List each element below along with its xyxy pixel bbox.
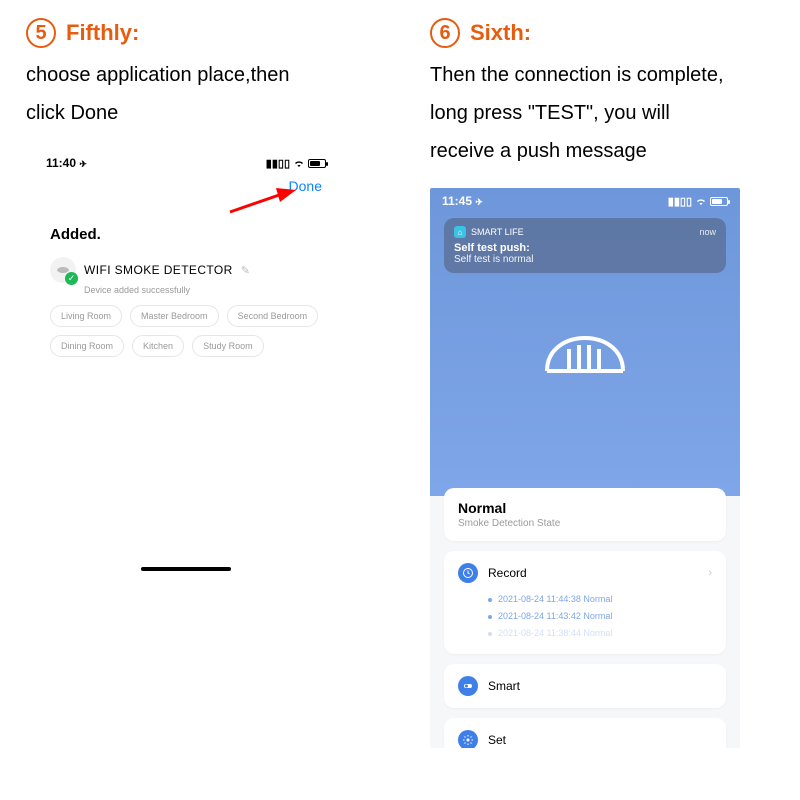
- notif-app-icon: ⌂: [454, 226, 466, 238]
- clock-icon: [458, 563, 478, 583]
- step-5-badge: 5: [26, 18, 56, 48]
- room-living[interactable]: Living Room: [50, 305, 122, 327]
- step-6-badge: 6: [430, 18, 460, 48]
- gear-icon: [458, 730, 478, 748]
- status-time: 11:45 ✈︎: [442, 194, 483, 208]
- chevron-right-icon: ›: [708, 567, 712, 579]
- phone-screen-step6: 11:45 ✈︎ ▮▮▯▯ ⌂ SMART LIFE now Self test…: [430, 188, 740, 748]
- status-icons: ▮▮▯▯: [266, 157, 326, 170]
- phone-screen-step5: 11:40 ✈︎ ▮▮▯▯ Done Added. ✓ WIFI SMOKE D…: [36, 152, 336, 571]
- room-kitchen[interactable]: Kitchen: [132, 335, 184, 357]
- home-indicator: [141, 567, 231, 571]
- record-label: Record: [488, 566, 527, 580]
- step-6-instruction-line-3: receive a push message: [430, 132, 770, 170]
- device-arch-icon: [430, 299, 740, 379]
- notif-app-name: SMART LIFE: [471, 227, 524, 237]
- room-dining[interactable]: Dining Room: [50, 335, 124, 357]
- record-item: 2021-08-24 11:44:38 Normal: [488, 591, 712, 608]
- record-item: 2021-08-24 11:43:42 Normal: [488, 608, 712, 625]
- arrow-pointer-icon: [226, 186, 296, 216]
- record-item: 2021-08-24 11:38:44 Normal: [488, 625, 712, 642]
- state-title: Normal: [458, 500, 712, 516]
- step-5-label: Fifthly:: [66, 20, 139, 46]
- status-bar: 11:40 ✈︎ ▮▮▯▯: [36, 152, 336, 170]
- device-row[interactable]: ✓ WIFI SMOKE DETECTOR ✎: [36, 257, 336, 283]
- notif-time: now: [699, 227, 716, 237]
- status-bar: 11:45 ✈︎ ▮▮▯▯: [430, 188, 740, 208]
- signal-icon: ▮▮▯▯: [266, 157, 290, 170]
- smart-label: Smart: [488, 679, 520, 693]
- push-notification[interactable]: ⌂ SMART LIFE now Self test push: Self te…: [444, 218, 726, 273]
- toggle-icon: [458, 676, 478, 696]
- device-subtext: Device added successfully: [36, 285, 336, 295]
- signal-icon: ▮▮▯▯: [668, 195, 692, 208]
- wifi-icon: [293, 158, 305, 168]
- step-6-instruction-line-1: Then the connection is complete,: [430, 56, 770, 94]
- set-label: Set: [488, 733, 506, 747]
- record-list: 2021-08-24 11:44:38 Normal 2021-08-24 11…: [458, 591, 712, 642]
- status-icons: ▮▮▯▯: [668, 195, 728, 208]
- set-row[interactable]: Set: [444, 718, 726, 748]
- wifi-icon: [695, 196, 707, 206]
- device-name: WIFI SMOKE DETECTOR: [84, 263, 233, 277]
- room-list: Living Room Master Bedroom Second Bedroo…: [36, 295, 336, 357]
- room-second-bedroom[interactable]: Second Bedroom: [227, 305, 319, 327]
- edit-icon[interactable]: ✎: [241, 264, 250, 277]
- room-study[interactable]: Study Room: [192, 335, 264, 357]
- step-5-instruction-line-2: click Done: [26, 94, 386, 132]
- notif-title: Self test push:: [454, 242, 716, 254]
- step-6-label: Sixth:: [470, 20, 531, 46]
- room-master-bedroom[interactable]: Master Bedroom: [130, 305, 219, 327]
- state-card: Normal Smoke Detection State: [444, 488, 726, 541]
- battery-icon: [710, 197, 728, 206]
- state-subtitle: Smoke Detection State: [458, 518, 712, 529]
- added-heading: Added.: [36, 226, 336, 243]
- step-5-instruction-line-1: choose application place,then: [26, 56, 386, 94]
- status-time: 11:40 ✈︎: [46, 156, 87, 170]
- battery-icon: [308, 159, 326, 168]
- device-icon: ✓: [50, 257, 76, 283]
- record-card[interactable]: Record › 2021-08-24 11:44:38 Normal 2021…: [444, 551, 726, 654]
- smart-row[interactable]: Smart: [444, 664, 726, 708]
- step-6-instruction-line-2: long press "TEST", you will: [430, 94, 770, 132]
- notif-body: Self test is normal: [454, 254, 716, 265]
- check-icon: ✓: [65, 272, 78, 285]
